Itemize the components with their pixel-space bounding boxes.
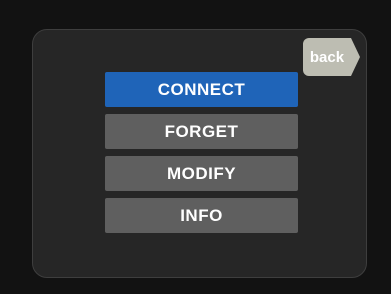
back-button[interactable]: back [303, 38, 351, 76]
menu-list: CONNECT FORGET MODIFY INFO [105, 72, 298, 240]
back-arrow-icon[interactable] [351, 38, 360, 76]
modify-button[interactable]: MODIFY [105, 156, 298, 191]
connect-button[interactable]: CONNECT [105, 72, 298, 107]
info-button[interactable]: INFO [105, 198, 298, 233]
forget-button[interactable]: FORGET [105, 114, 298, 149]
